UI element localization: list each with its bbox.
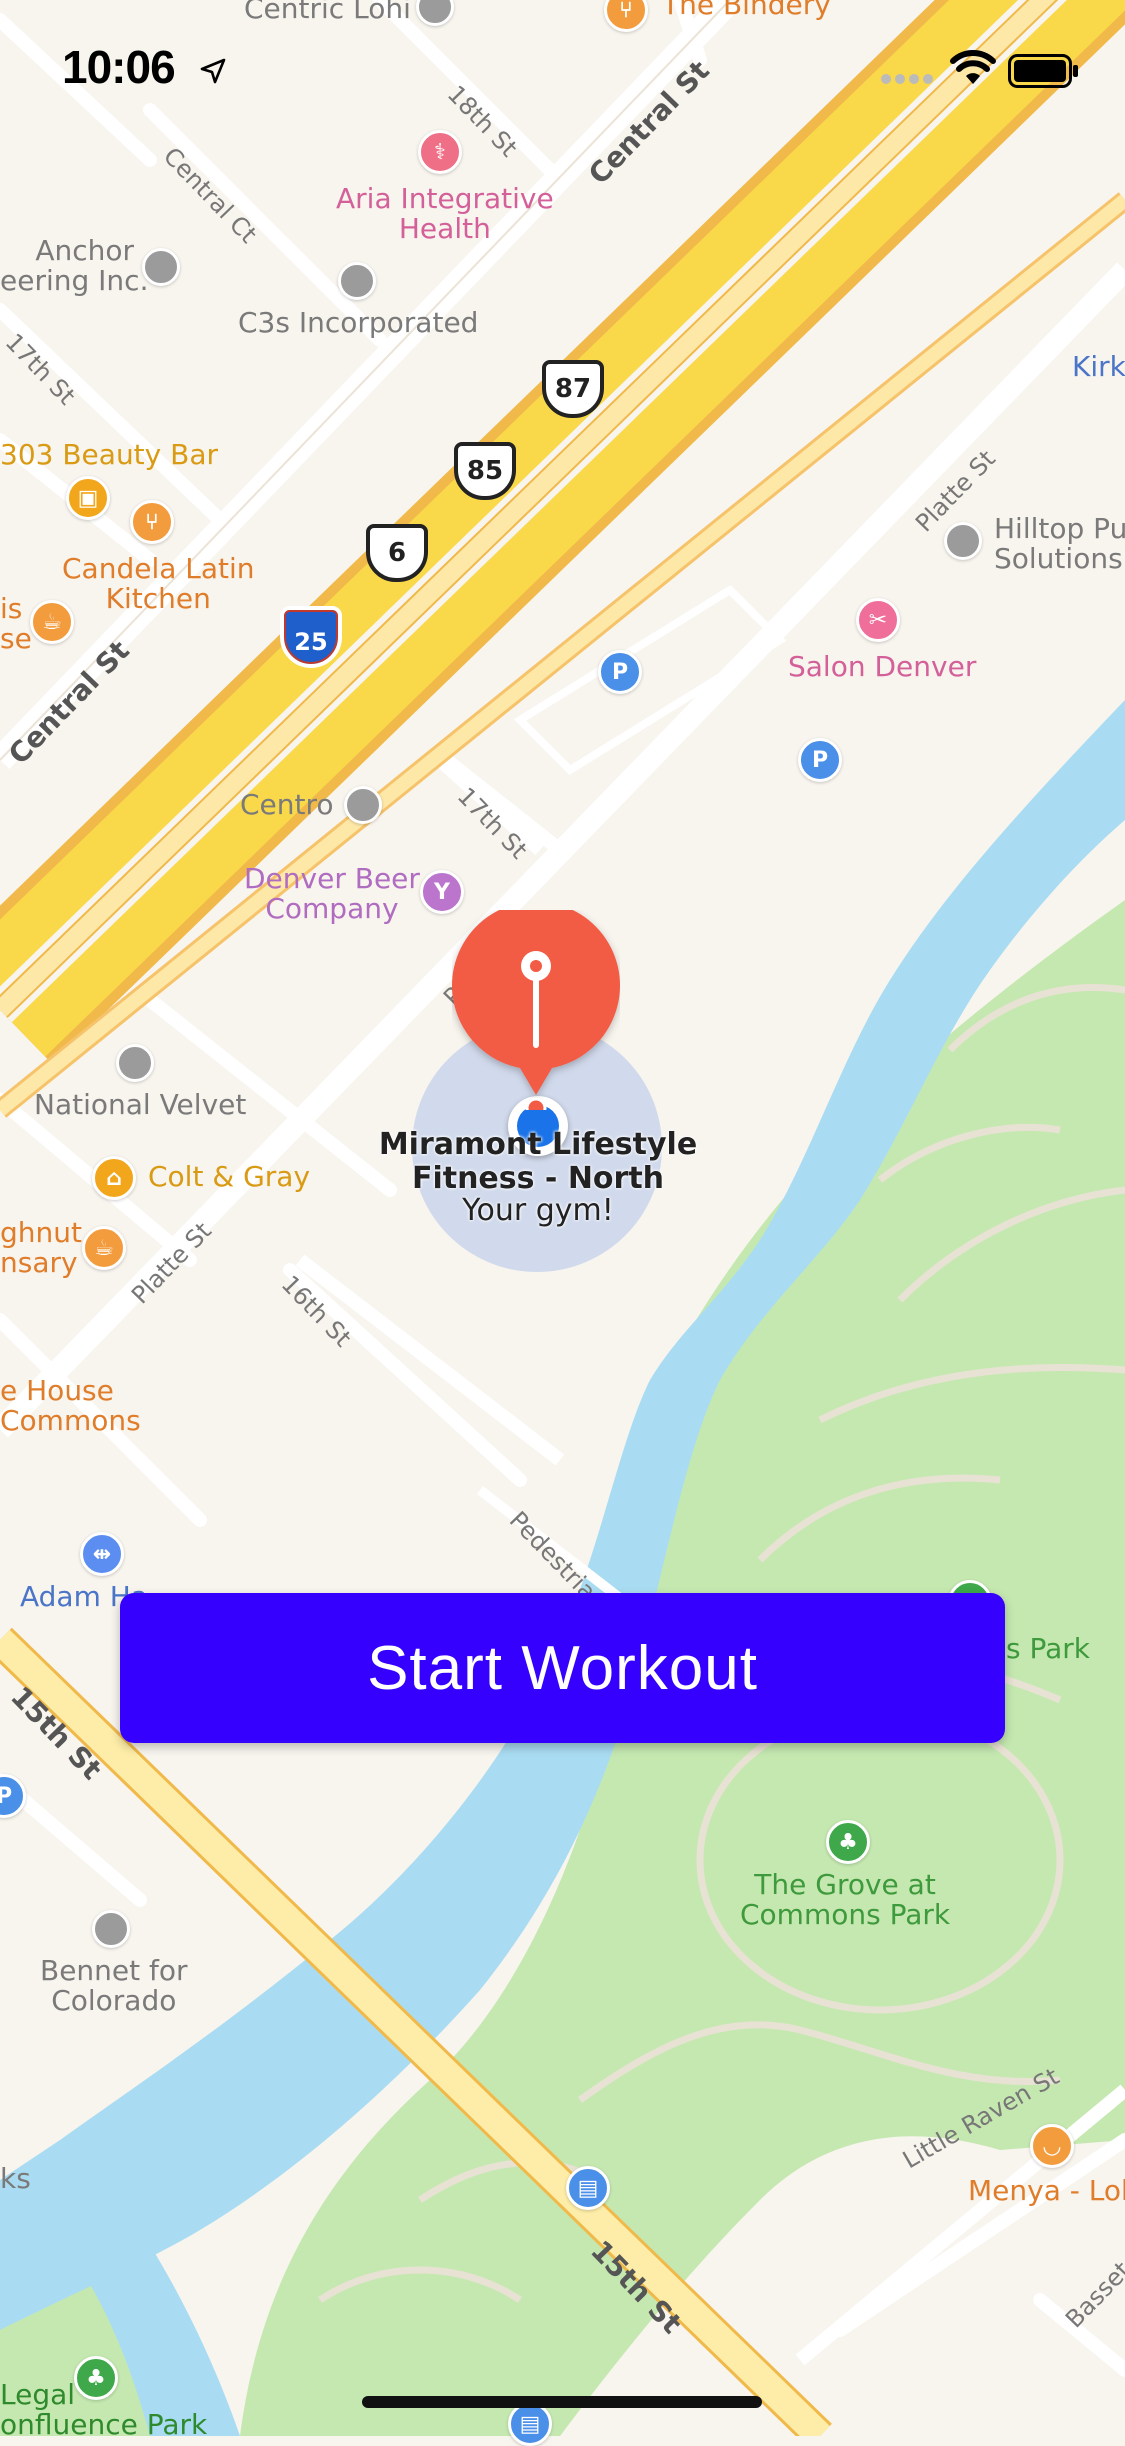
place-label[interactable]: Hilltop Pu Solutions — [994, 514, 1125, 574]
place-label[interactable]: Legal onfluence Park — [0, 2380, 207, 2440]
status-bar: 10:06 — [0, 0, 1125, 132]
destination-subtitle: Your gym! — [462, 1193, 614, 1228]
place-label[interactable]: Menya - Loh — [968, 2176, 1125, 2206]
place-label[interactable]: The Grove at Commons Park — [740, 1870, 950, 1930]
route-shield: 85 — [454, 442, 516, 500]
point-of-interest-icon[interactable] — [944, 522, 982, 560]
map-pin-icon[interactable] — [452, 910, 620, 1110]
shopping-bag-icon[interactable]: ▣ — [66, 476, 110, 520]
bus-icon[interactable]: ▤ — [566, 2166, 610, 2210]
place-label[interactable]: Centro — [240, 790, 334, 820]
tree-icon[interactable]: ♣ — [826, 1820, 870, 1864]
wifi-icon — [950, 50, 996, 84]
destination-name-line2: Fitness - North — [411, 1161, 665, 1196]
place-label[interactable]: Salon Denver — [788, 652, 976, 682]
point-of-interest-icon[interactable] — [338, 262, 376, 300]
status-time: 10:06 — [62, 41, 176, 93]
dumbbell-icon[interactable]: ⇹ — [80, 1532, 124, 1576]
parking-icon[interactable]: P — [598, 650, 642, 694]
start-workout-button[interactable]: Start Workout — [120, 1593, 1005, 1743]
salon-icon[interactable]: ✂ — [856, 598, 900, 642]
point-of-interest-icon[interactable] — [92, 1910, 130, 1948]
fork-knife-icon[interactable]: ⑂ — [130, 500, 174, 544]
interstate-shield: 25 — [280, 606, 342, 668]
coffee-cup-icon[interactable]: ☕ — [82, 1226, 126, 1270]
route-shield: 87 — [542, 360, 604, 418]
point-of-interest-icon[interactable] — [344, 786, 382, 824]
location-arrow-icon — [200, 58, 226, 84]
cocktail-icon[interactable]: Y — [420, 870, 464, 914]
bus-icon[interactable]: ▤ — [508, 2402, 552, 2446]
place-label[interactable]: Aria Integrative Health — [336, 184, 554, 244]
place-label[interactable]: Colt & Gray — [148, 1162, 310, 1192]
place-label[interactable]: is se — [0, 594, 32, 654]
place-label[interactable]: Kirk — [1072, 352, 1125, 382]
place-label[interactable]: Anchor eering Inc. — [0, 236, 148, 296]
point-of-interest-icon[interactable] — [116, 1044, 154, 1082]
place-label[interactable]: 303 Beauty Bar — [0, 440, 218, 470]
place-label[interactable]: National Velvet — [34, 1090, 246, 1120]
place-label[interactable]: C3s Incorporated — [238, 308, 478, 338]
place-label[interactable]: Candela Latin Kitchen — [62, 554, 255, 614]
route-shield: 6 — [366, 524, 428, 582]
cellular-signal-icon — [881, 74, 933, 84]
shopping-basket-icon[interactable]: ⌂ — [92, 1156, 136, 1200]
place-label[interactable]: ghnut nsary — [0, 1218, 82, 1278]
home-indicator[interactable] — [362, 2396, 762, 2408]
parking-icon[interactable]: P — [798, 738, 842, 782]
place-label[interactable]: s Park — [1006, 1634, 1090, 1664]
place-label[interactable]: e House Commons — [0, 1376, 141, 1436]
stethoscope-icon[interactable]: ⚕ — [418, 130, 462, 174]
place-label[interactable]: ks — [0, 2164, 31, 2194]
map-view[interactable]: Central St 18th St Central Ct 17th St Ce… — [0, 0, 1125, 2446]
destination-name: Miramont Lifestyle — [378, 1127, 698, 1162]
battery-icon — [1008, 54, 1078, 88]
bowl-icon[interactable]: ◡ — [1030, 2124, 1074, 2168]
place-label[interactable]: Denver Beer Company — [244, 864, 420, 924]
place-label[interactable]: Bennet for Colorado — [40, 1956, 188, 2016]
